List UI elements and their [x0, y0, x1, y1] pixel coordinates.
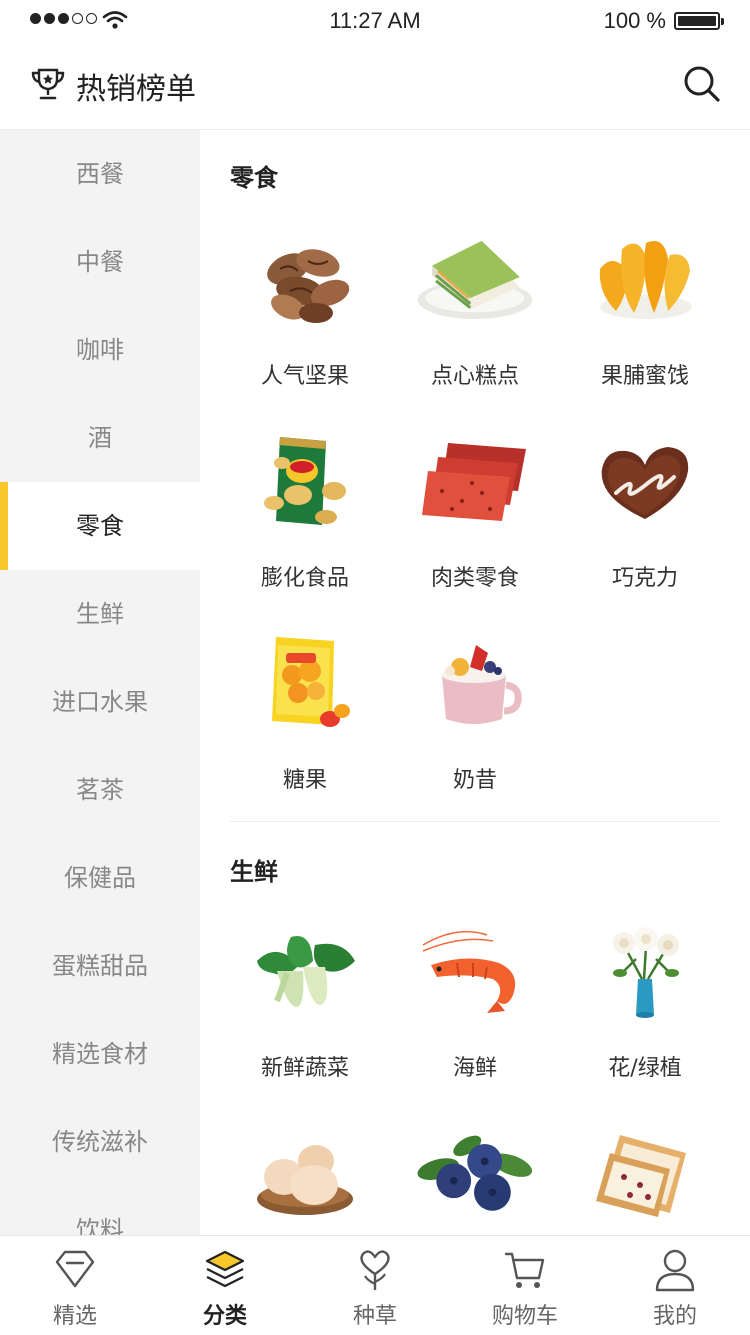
category-item-label: 果脯蜜饯 — [600, 364, 689, 389]
sidebar-item-health[interactable]: 保健品 — [0, 834, 200, 922]
battery-percent: 100 % — [603, 8, 666, 33]
tab-label: 我的 — [652, 1304, 697, 1329]
category-item-puffed[interactable]: 膨化食品 — [220, 426, 390, 592]
heart-sprout-icon — [360, 1250, 390, 1290]
sidebar-item-fresh[interactable]: 生鲜 — [0, 570, 200, 658]
sidebar-item-ingredients[interactable]: 精选食材 — [0, 1010, 200, 1098]
diamond-icon — [55, 1250, 95, 1288]
category-sidebar: 西餐 中餐 咖啡 酒 零食 生鲜 进口水果 茗茶 保健品 蛋糕甜品 精选食材 传… — [0, 130, 200, 1235]
search-icon[interactable] — [682, 64, 722, 104]
section-title-snacks: 零食 — [230, 164, 278, 192]
eggs-icon — [257, 1145, 353, 1215]
bottom-tab-bar: 精选 分类 种草 购物车 我的 — [0, 1235, 750, 1335]
category-item-nuts[interactable]: 人气坚果 — [220, 224, 390, 390]
sidebar-item-liquor[interactable]: 酒 — [0, 394, 200, 482]
category-item-label: 肉类零食 — [430, 566, 519, 591]
category-item-eggs[interactable] — [220, 1118, 390, 1235]
section-divider — [230, 821, 720, 822]
tab-cart[interactable]: 购物车 — [450, 1236, 600, 1335]
flower-vase-icon — [613, 927, 679, 1018]
tab-profile[interactable]: 我的 — [600, 1236, 750, 1335]
page-header: 热销榜单 — [0, 40, 750, 130]
category-item-label: 糖果 — [282, 768, 327, 793]
category-item-chocolate[interactable]: 巧克力 — [560, 426, 730, 592]
tab-discover[interactable]: 种草 — [300, 1236, 450, 1335]
chips-bag-icon — [264, 437, 346, 525]
sidebar-item-coffee[interactable]: 咖啡 — [0, 306, 200, 394]
category-content: 零食 人气坚果 点心糕点 果脯蜜饯 膨化食品 肉类零食 巧克力 糖果 奶昔 生鲜… — [200, 130, 750, 1235]
category-item-pastries[interactable]: 点心糕点 — [390, 224, 560, 390]
category-item-label: 花/绿植 — [608, 1056, 682, 1081]
sidebar-item-desserts[interactable]: 蛋糕甜品 — [0, 922, 200, 1010]
nuts-icon — [267, 249, 350, 323]
category-item-jerky[interactable]: 肉类零食 — [390, 426, 560, 592]
sidebar-item-tea[interactable]: 茗茶 — [0, 746, 200, 834]
category-item-vegetables[interactable]: 新鲜蔬菜 — [220, 916, 390, 1082]
layers-icon — [205, 1250, 245, 1288]
category-item-label: 新鲜蔬菜 — [260, 1056, 349, 1081]
category-item-flowers[interactable]: 花/绿植 — [560, 916, 730, 1082]
category-item-label: 点心糕点 — [430, 364, 519, 389]
cart-icon — [504, 1252, 545, 1288]
category-item-label: 巧克力 — [611, 566, 678, 591]
battery-icon — [674, 12, 724, 30]
candy-icon — [272, 637, 350, 727]
sidebar-item-drinks[interactable]: 饮料 — [0, 1186, 200, 1235]
dried-mango-icon — [599, 241, 692, 319]
tab-label: 分类 — [202, 1304, 247, 1329]
milkshake-icon — [442, 645, 522, 724]
section-title-fresh: 生鲜 — [230, 858, 278, 886]
sidebar-item-tonics[interactable]: 传统滋补 — [0, 1098, 200, 1186]
category-item-seafood[interactable]: 海鲜 — [390, 916, 560, 1082]
sidebar-item-imported-fruit[interactable]: 进口水果 — [0, 658, 200, 746]
category-item-label: 人气坚果 — [260, 364, 349, 389]
trophy-icon — [31, 68, 65, 100]
status-bar: 11:27 AM 100 % — [0, 0, 750, 40]
category-item-label: 膨化食品 — [260, 566, 349, 591]
tab-label: 购物车 — [491, 1304, 558, 1329]
category-item-label: 奶昔 — [452, 768, 497, 793]
chocolate-icon — [601, 447, 689, 519]
tab-featured[interactable]: 精选 — [0, 1236, 150, 1335]
category-item-dried-fruit[interactable]: 果脯蜜饯 — [560, 224, 730, 390]
user-icon — [655, 1249, 695, 1292]
sidebar-item-snacks[interactable]: 零食 — [0, 482, 200, 570]
sidebar-item-chinese[interactable]: 中餐 — [0, 218, 200, 306]
page-title: 热销榜单 — [76, 72, 196, 107]
tab-label: 精选 — [52, 1304, 97, 1329]
shrimp-icon — [422, 930, 516, 1013]
jerky-icon — [422, 443, 526, 521]
cake-slice-icon — [417, 240, 533, 319]
bok-choy-icon — [257, 936, 355, 1007]
blueberries-icon — [417, 1135, 533, 1211]
category-item-berries[interactable] — [390, 1118, 560, 1235]
tab-categories[interactable]: 分类 — [150, 1236, 300, 1335]
tab-label: 种草 — [352, 1304, 397, 1329]
sidebar-item-western[interactable]: 西餐 — [0, 130, 200, 218]
category-item-bread[interactable] — [560, 1118, 730, 1235]
category-item-candy[interactable]: 糖果 — [220, 628, 390, 794]
bread-icon — [596, 1135, 686, 1217]
category-item-milkshake[interactable]: 奶昔 — [390, 628, 560, 794]
category-item-label: 海鲜 — [452, 1056, 497, 1081]
